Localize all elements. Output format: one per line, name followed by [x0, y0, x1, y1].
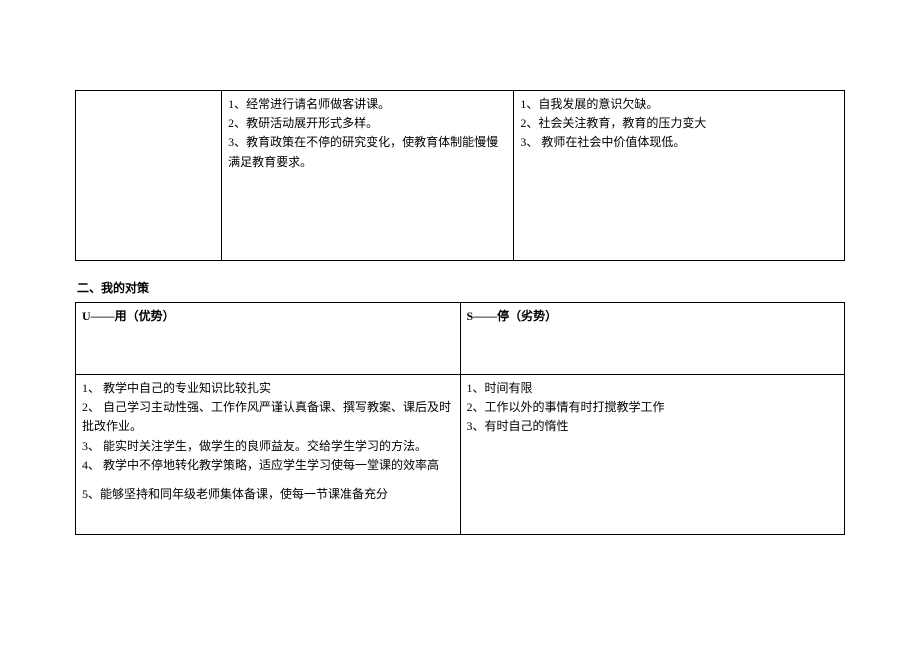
strength-spacer — [82, 475, 454, 485]
t1-c2-line2: 2、教研活动展开形式多样。 — [228, 114, 507, 133]
header-stop-weakness: S——停（劣势） — [460, 303, 845, 375]
t1-c2-line3: 3、教育政策在不停的研究变化，使教育体制能慢慢满足教育要求。 — [228, 133, 507, 171]
swot-table-top: 1、经常进行请名师做客讲课。 2、教研活动展开形式多样。 3、教育政策在不停的研… — [75, 90, 845, 261]
section2-title: 二、我的对策 — [77, 279, 845, 296]
weakness-item-3: 3、有时自己的惰性 — [467, 417, 839, 436]
t1-c3-line1: 1、自我发展的意识欠缺。 — [520, 95, 838, 114]
strength-item-5: 5、能够坚持和同年级老师集体备课，使每一节课准备充分 — [82, 485, 454, 504]
t1-c3-line3: 3、 教师在社会中价值体现低。 — [520, 133, 838, 152]
table1-col3: 1、自我发展的意识欠缺。 2、社会关注教育，教育的压力变大 3、 教师在社会中价… — [514, 91, 845, 261]
t1-c3-line2: 2、社会关注教育，教育的压力变大 — [520, 114, 838, 133]
weakness-item-2: 2、工作以外的事情有时打搅教学工作 — [467, 398, 839, 417]
strategy-table: U——用（优势） S——停（劣势） 1、 教学中自己的专业知识比较扎实 2、 自… — [75, 302, 845, 535]
table1-col2: 1、经常进行请名师做客讲课。 2、教研活动展开形式多样。 3、教育政策在不停的研… — [222, 91, 514, 261]
weakness-item-1: 1、时间有限 — [467, 379, 839, 398]
strength-item-1: 1、 教学中自己的专业知识比较扎实 — [82, 379, 454, 398]
strength-items: 1、 教学中自己的专业知识比较扎实 2、 自己学习主动性强、工作作风严谨认真备课… — [76, 375, 461, 535]
header-use-strength: U——用（优势） — [76, 303, 461, 375]
t1-c2-line1: 1、经常进行请名师做客讲课。 — [228, 95, 507, 114]
table1-col1 — [76, 91, 222, 261]
strength-item-3: 3、 能实时关注学生，做学生的良师益友。交给学生学习的方法。 — [82, 437, 454, 456]
strength-item-2: 2、 自己学习主动性强、工作作风严谨认真备课、撰写教案、课后及时批改作业。 — [82, 398, 454, 436]
strength-item-4: 4、 教学中不停地转化教学策略，适应学生学习使每一堂课的效率高 — [82, 456, 454, 475]
weakness-items: 1、时间有限 2、工作以外的事情有时打搅教学工作 3、有时自己的惰性 — [460, 375, 845, 535]
